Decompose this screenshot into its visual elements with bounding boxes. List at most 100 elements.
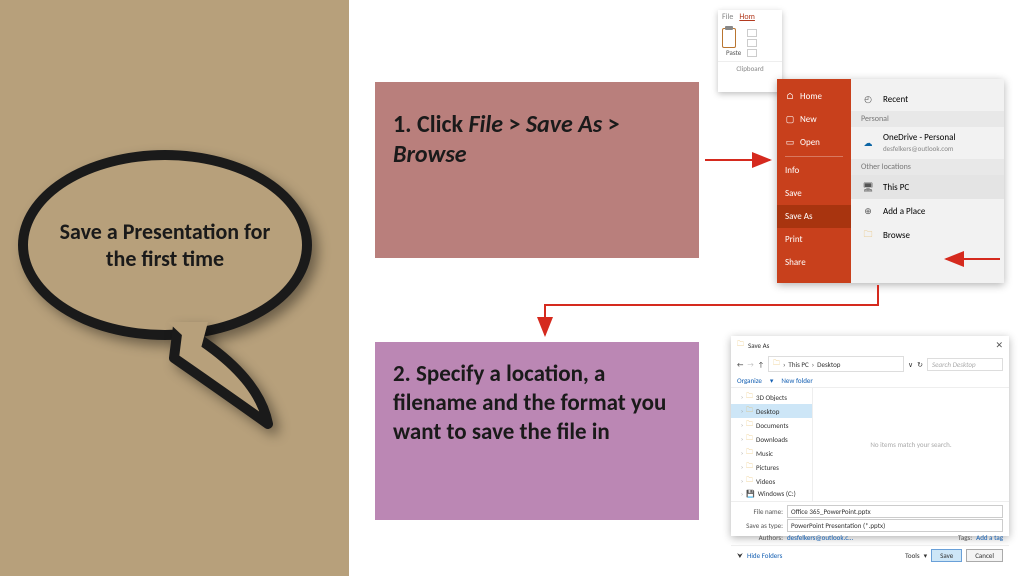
loc-add-place[interactable]: ⊕ Add a Place xyxy=(851,199,1004,223)
step-2-box: 2. Specify a location, a filename and th… xyxy=(375,342,699,520)
nav-save-as-label: Save As xyxy=(785,211,813,222)
recent-icon: ◴ xyxy=(861,92,875,106)
bubble-shape: Save a Presentation for the first time xyxy=(18,150,312,340)
loc-onedrive-sub: desfelkers@outlook.com xyxy=(883,144,953,153)
tags-field[interactable]: Add a tag xyxy=(976,533,1003,542)
loc-recent[interactable]: ◴ Recent xyxy=(851,87,1004,111)
nav-share[interactable]: Share xyxy=(777,251,851,274)
backstage-nav: ⌂ Home ▢ New ▭ Open Info Save Save As Print… xyxy=(777,79,851,283)
loc-this-pc[interactable]: 🖥 This PC xyxy=(851,175,1004,199)
open-icon: ▭ xyxy=(785,138,795,148)
left-panel: Save a Presentation for the first time xyxy=(0,0,349,576)
save-type-field[interactable]: PowerPoint Presentation (*.pptx) xyxy=(787,519,1003,532)
tree-3d-objects[interactable]: ›🗀3D Objects xyxy=(731,390,812,404)
browse-icon: 🗀 xyxy=(861,228,875,242)
onedrive-icon: ☁ xyxy=(861,136,875,150)
no-items-text: No items match your search. xyxy=(870,440,951,449)
nav-info-label: Info xyxy=(785,165,799,176)
nav-save[interactable]: Save xyxy=(777,182,851,205)
loc-onedrive[interactable]: ☁ OneDrive - Personaldesfelkers@outlook.c… xyxy=(851,127,1004,159)
s1-sep2: > xyxy=(602,110,619,139)
new-folder-button[interactable]: New folder xyxy=(781,376,812,385)
speech-bubble: Save a Presentation for the first time xyxy=(18,150,328,340)
nav-share-label: Share xyxy=(785,257,806,268)
home-icon: ⌂ xyxy=(785,92,795,102)
breadcrumb[interactable]: 🗀 ›This PC ›Desktop xyxy=(768,356,904,372)
forward-icon[interactable]: → xyxy=(747,360,753,369)
paste-icon[interactable] xyxy=(722,28,736,48)
clipboard-group-label: Clipboard xyxy=(718,61,782,73)
s1-a: File xyxy=(468,110,503,139)
backstage-locations: ◴ Recent Personal ☁ OneDrive - Personaldes… xyxy=(851,79,1004,283)
folder-tree[interactable]: ›🗀3D Objects ›🗀Desktop ›🗀Documents ›🗀Dow… xyxy=(731,388,813,501)
crumb-icon: 🗀 xyxy=(773,358,780,370)
loc-add-place-label: Add a Place xyxy=(883,206,925,217)
authors-label: Authors: xyxy=(737,533,783,542)
nav-info[interactable]: Info xyxy=(777,159,851,182)
nav-print[interactable]: Print xyxy=(777,228,851,251)
crumb-desktop: Desktop xyxy=(817,360,840,369)
nav-open[interactable]: ▭ Open xyxy=(777,131,851,154)
nav-save-label: Save xyxy=(785,188,802,199)
nav-open-label: Open xyxy=(800,137,820,148)
tree-windows-c[interactable]: ›💾Windows (C:) xyxy=(731,488,812,499)
organize-menu[interactable]: Organize xyxy=(737,376,762,385)
tab-home[interactable]: Hom xyxy=(739,12,755,22)
loc-browse[interactable]: 🗀 Browse xyxy=(851,223,1004,247)
cut-icon[interactable] xyxy=(747,29,757,37)
hdr-other: Other locations xyxy=(851,159,1004,175)
tags-label: Tags: xyxy=(926,533,972,542)
dlg-titlebar: 🗀 Save As ✕ xyxy=(731,336,1009,354)
this-pc-icon: 🖥 xyxy=(861,180,875,194)
s1-prefix: 1. Click xyxy=(393,110,468,139)
nav-home[interactable]: ⌂ Home xyxy=(777,85,851,108)
nav-new[interactable]: ▢ New xyxy=(777,108,851,131)
dlg-title-icon: 🗀 xyxy=(737,339,744,351)
tree-documents[interactable]: ›🗀Documents xyxy=(731,418,812,432)
tools-menu[interactable]: Tools xyxy=(905,551,920,560)
step-1-text: 1. Click File > Save As > Browse xyxy=(393,110,681,170)
back-icon[interactable]: ← xyxy=(737,360,743,369)
save-button[interactable]: Save xyxy=(931,549,962,562)
hide-folders-link[interactable]: Hide Folders xyxy=(747,551,782,560)
step-1-box: 1. Click File > Save As > Browse xyxy=(375,82,699,258)
close-icon[interactable]: ✕ xyxy=(995,340,1003,351)
tab-file[interactable]: File xyxy=(722,12,733,22)
loc-onedrive-label: OneDrive - Personal xyxy=(883,132,956,143)
tree-desktop[interactable]: ›🗀Desktop xyxy=(731,404,812,418)
file-list: No items match your search. xyxy=(813,388,1009,501)
file-name-label: File name: xyxy=(737,507,783,516)
save-as-dialog: 🗀 Save As ✕ ← → ↑ 🗀 ›This PC ›Desktop ∨ … xyxy=(731,336,1009,536)
tree-downloads[interactable]: ›🗀Downloads xyxy=(731,432,812,446)
file-name-field[interactable]: Office 365_PowerPoint.pptx xyxy=(787,505,1003,518)
s1-b: Save As xyxy=(526,110,602,139)
new-icon: ▢ xyxy=(785,115,795,125)
tree-pictures[interactable]: ›🗀Pictures xyxy=(731,460,812,474)
tree-videos[interactable]: ›🗀Videos xyxy=(731,474,812,488)
loc-browse-label: Browse xyxy=(883,230,910,241)
authors-field[interactable]: desfelkers@outlook.c… xyxy=(787,533,853,542)
save-type-label: Save as type: xyxy=(737,521,783,530)
paste-label: Paste xyxy=(722,48,745,57)
nav-save-as[interactable]: Save As xyxy=(777,205,851,228)
crumb-this-pc: This PC xyxy=(788,360,808,369)
nav-print-label: Print xyxy=(785,234,803,245)
bubble-text: Save a Presentation for the first time xyxy=(28,218,302,273)
nav-home-label: Home xyxy=(800,91,822,102)
s1-c: Browse xyxy=(393,140,467,169)
nav-new-label: New xyxy=(800,114,817,125)
copy-icon[interactable] xyxy=(747,39,757,47)
backstage-panel: ⌂ Home ▢ New ▭ Open Info Save Save As Print… xyxy=(777,79,1004,283)
add-place-icon: ⊕ xyxy=(861,204,875,218)
loc-recent-label: Recent xyxy=(883,94,908,105)
format-painter-icon[interactable] xyxy=(747,49,757,57)
step-2-text: 2. Specify a location, a filename and th… xyxy=(393,360,681,446)
tree-music[interactable]: ›🗀Music xyxy=(731,446,812,460)
dlg-title-text: Save As xyxy=(748,341,769,350)
ribbon-snippet: File Hom Paste Clipboard xyxy=(718,10,782,92)
search-input[interactable]: Search Desktop xyxy=(927,358,1003,371)
loc-this-pc-label: This PC xyxy=(883,182,909,193)
up-icon[interactable]: ↑ xyxy=(758,360,764,369)
cancel-button[interactable]: Cancel xyxy=(966,549,1003,562)
hdr-personal: Personal xyxy=(851,111,1004,127)
